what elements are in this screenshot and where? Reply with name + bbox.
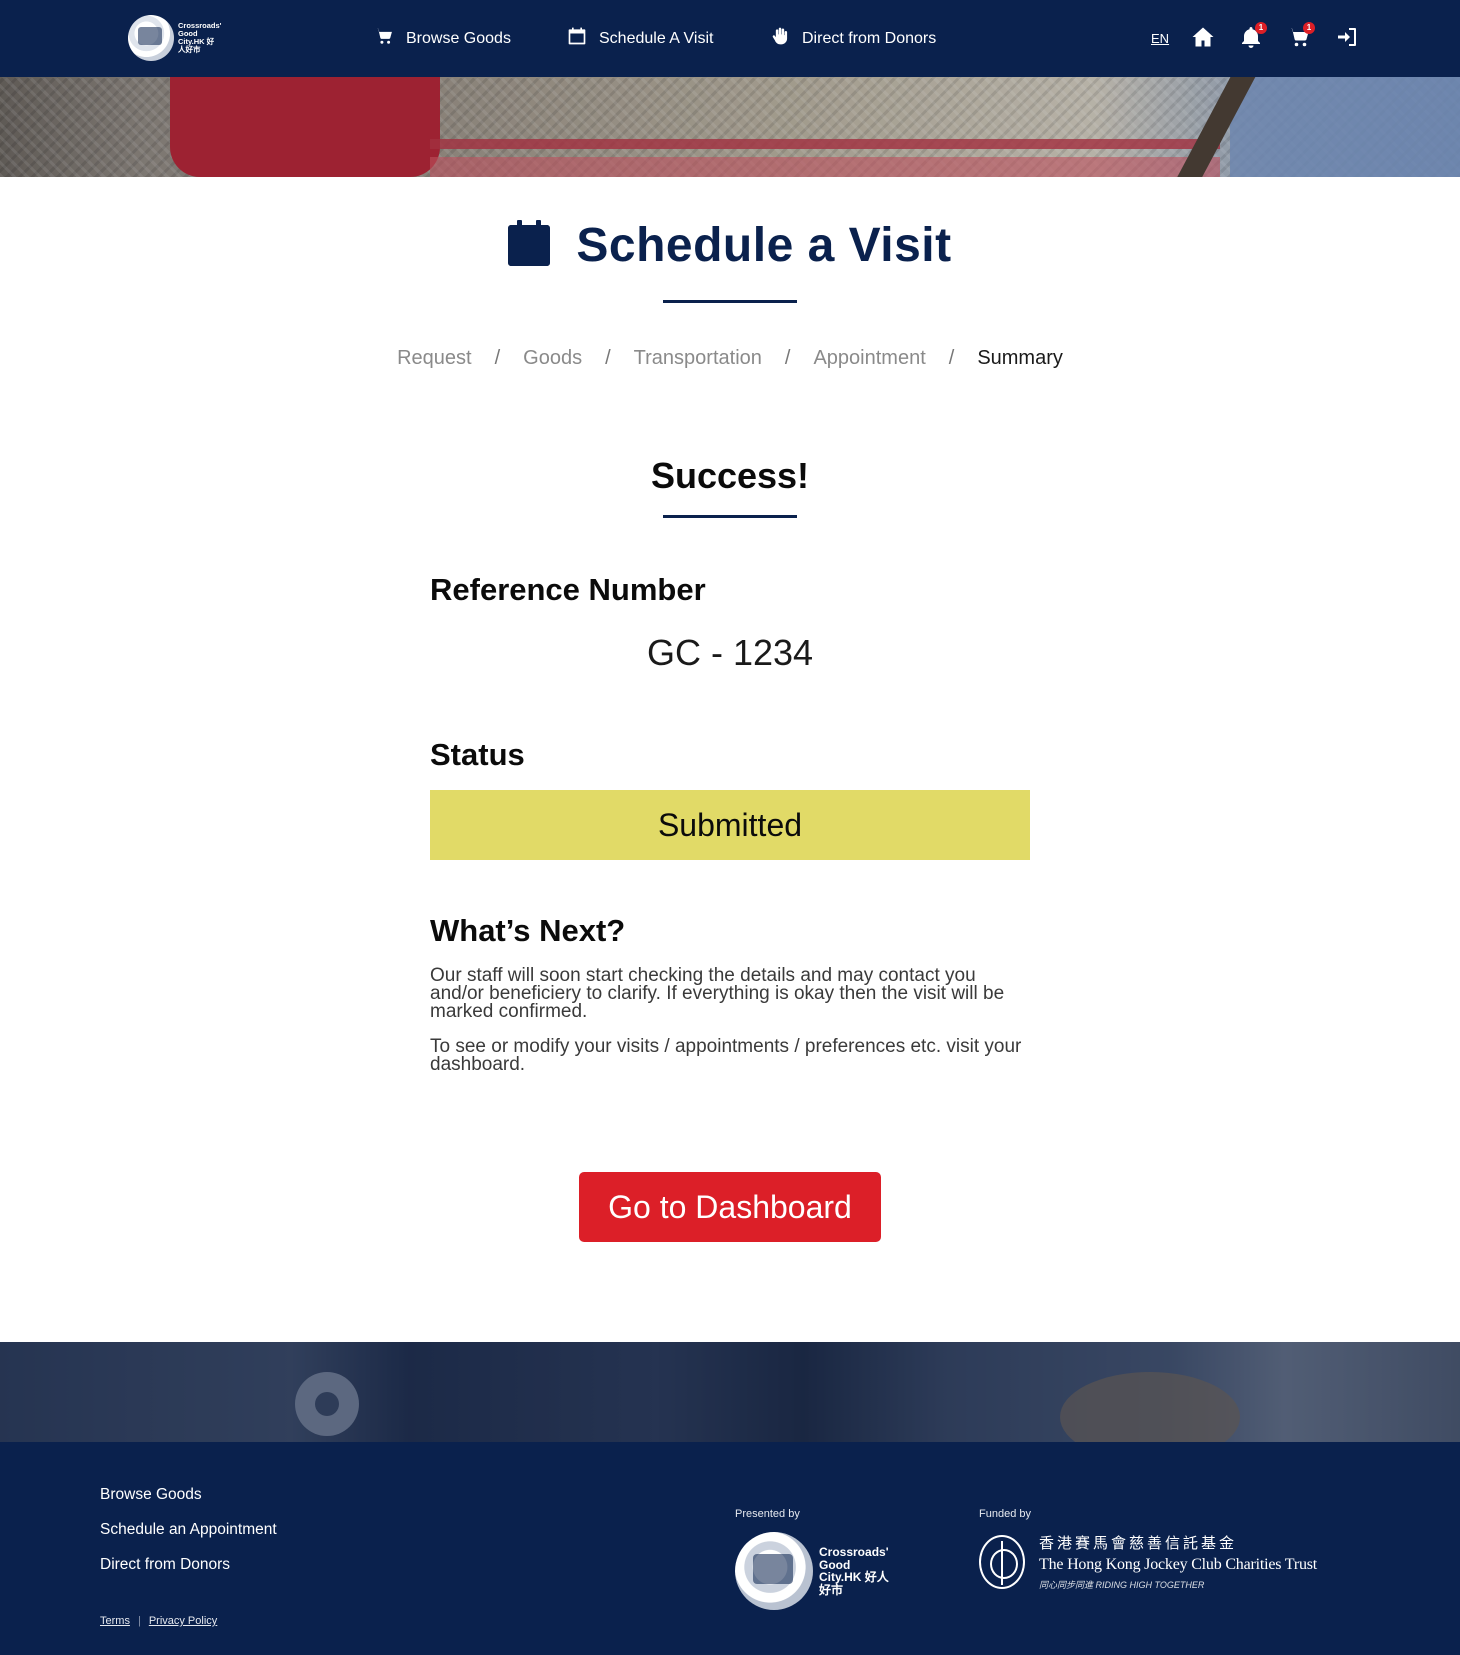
whats-next-text: Our staff will soon start checking the d… bbox=[430, 965, 1030, 1075]
reference-number-value: GC - 1234 bbox=[646, 632, 814, 673]
page-title-text: Schedule a Visit bbox=[576, 219, 952, 272]
presenter-logo-text: Crossroads' Good City.HK 好人好市 bbox=[819, 1545, 889, 1597]
privacy-policy-link[interactable]: Privacy Policy bbox=[149, 1615, 217, 1627]
hand-icon bbox=[770, 26, 790, 51]
step-transportation: Transportation bbox=[633, 347, 762, 369]
step-separator: / bbox=[494, 347, 501, 369]
calendar-icon bbox=[567, 26, 587, 51]
funded-by-caption: Funded by bbox=[979, 1508, 1031, 1520]
funder-name-chinese: 香港賽馬會慈善信託基金 bbox=[1039, 1534, 1238, 1552]
notifications-button[interactable]: 1 bbox=[1239, 22, 1267, 53]
step-separator: / bbox=[948, 347, 955, 369]
presenter-logo: Crossroads' Good City.HK 好人好市 bbox=[735, 1532, 889, 1610]
home-button[interactable] bbox=[1191, 25, 1217, 51]
step-goods: Goods bbox=[523, 347, 583, 369]
presented-by-block: Presented by Crossroads' Good City.HK 好人… bbox=[735, 1508, 889, 1610]
site-logo[interactable]: Crossroads' Good City.HK 好人好市 bbox=[128, 14, 222, 62]
cart-icon bbox=[374, 26, 394, 51]
presenter-emblem bbox=[735, 1532, 813, 1610]
funder-logo: 香港賽馬會慈善信託基金 The Hong Kong Jockey Club Ch… bbox=[979, 1532, 1317, 1591]
login-button[interactable] bbox=[1335, 25, 1361, 51]
nav-direct-from-donors[interactable]: Direct from Donors bbox=[770, 0, 936, 77]
status-label: Status bbox=[430, 737, 525, 772]
nav-browse-goods-label: Browse Goods bbox=[406, 29, 511, 47]
terms-link[interactable]: Terms bbox=[100, 1615, 130, 1627]
nav-schedule-visit-label: Schedule A Visit bbox=[599, 29, 714, 47]
jockey-club-emblem bbox=[979, 1534, 1025, 1589]
step-separator: / bbox=[605, 347, 611, 369]
funder-logo-text: 香港賽馬會慈善信託基金 The Hong Kong Jockey Club Ch… bbox=[1039, 1532, 1317, 1591]
title-underline bbox=[663, 300, 797, 303]
step-summary: Summary bbox=[977, 347, 1063, 369]
success-heading: Success! bbox=[650, 455, 810, 496]
footer-links: Browse Goods Schedule an Appointment Dir… bbox=[100, 1486, 277, 1591]
nav-direct-from-donors-label: Direct from Donors bbox=[802, 29, 937, 47]
notifications-badge: 1 bbox=[1255, 22, 1267, 34]
nav-browse-goods[interactable]: Browse Goods bbox=[374, 0, 511, 77]
step-request: Request bbox=[397, 347, 472, 369]
cart-icon bbox=[1287, 28, 1311, 53]
logo-text: Crossroads' Good City.HK 好人好市 bbox=[178, 21, 222, 54]
step-separator: / bbox=[784, 347, 791, 369]
legal-links: Terms | Privacy Policy bbox=[100, 1615, 217, 1627]
site-footer: Browse Goods Schedule an Appointment Dir… bbox=[0, 1442, 1460, 1655]
progress-breadcrumb: Request / Goods / Transportation / Appoi… bbox=[0, 347, 1460, 370]
hero-banner-image bbox=[0, 77, 1460, 177]
whats-next-heading: What’s Next? bbox=[430, 913, 626, 948]
page-title: Schedule a Visit bbox=[0, 218, 1460, 273]
top-navigation-bar: Crossroads' Good City.HK 好人好市 Browse Goo… bbox=[0, 0, 1460, 77]
nav-schedule-visit[interactable]: Schedule A Visit bbox=[567, 0, 713, 77]
dashboard-hint-paragraph: To see or modify your visits / appointme… bbox=[430, 1036, 1022, 1075]
status-badge: Submitted bbox=[430, 790, 1030, 860]
funder-tagline: 同心同步同進 RIDING HIGH TOGETHER bbox=[1039, 1580, 1205, 1590]
funder-name-english: The Hong Kong Jockey Club Charities Trus… bbox=[1039, 1556, 1318, 1573]
language-switcher[interactable]: EN bbox=[1151, 0, 1169, 77]
logo-emblem bbox=[128, 15, 174, 61]
footer-link-direct-from-donors[interactable]: Direct from Donors bbox=[100, 1556, 277, 1591]
footer-banner-image bbox=[0, 1342, 1460, 1442]
step-appointment: Appointment bbox=[813, 347, 926, 369]
bell-icon bbox=[1239, 27, 1263, 53]
footer-link-schedule-appointment[interactable]: Schedule an Appointment bbox=[100, 1521, 277, 1556]
cart-badge: 1 bbox=[1303, 22, 1315, 34]
whats-next-paragraph: Our staff will soon start checking the d… bbox=[430, 965, 1005, 1022]
legal-separator: | bbox=[137, 1615, 141, 1627]
success-underline bbox=[663, 515, 797, 518]
presented-by-caption: Presented by bbox=[735, 1508, 800, 1520]
login-icon bbox=[1335, 28, 1359, 53]
home-icon bbox=[1191, 27, 1215, 53]
reference-number-label: Reference Number bbox=[430, 572, 706, 607]
funded-by-block: Funded by 香港賽馬會慈善信託基金 The Hong Kong Jock… bbox=[979, 1508, 1317, 1591]
footer-link-browse-goods[interactable]: Browse Goods bbox=[100, 1486, 277, 1521]
calendar-icon bbox=[508, 220, 551, 271]
go-to-dashboard-button[interactable]: Go to Dashboard bbox=[579, 1172, 881, 1242]
cart-button[interactable]: 1 bbox=[1287, 22, 1315, 53]
